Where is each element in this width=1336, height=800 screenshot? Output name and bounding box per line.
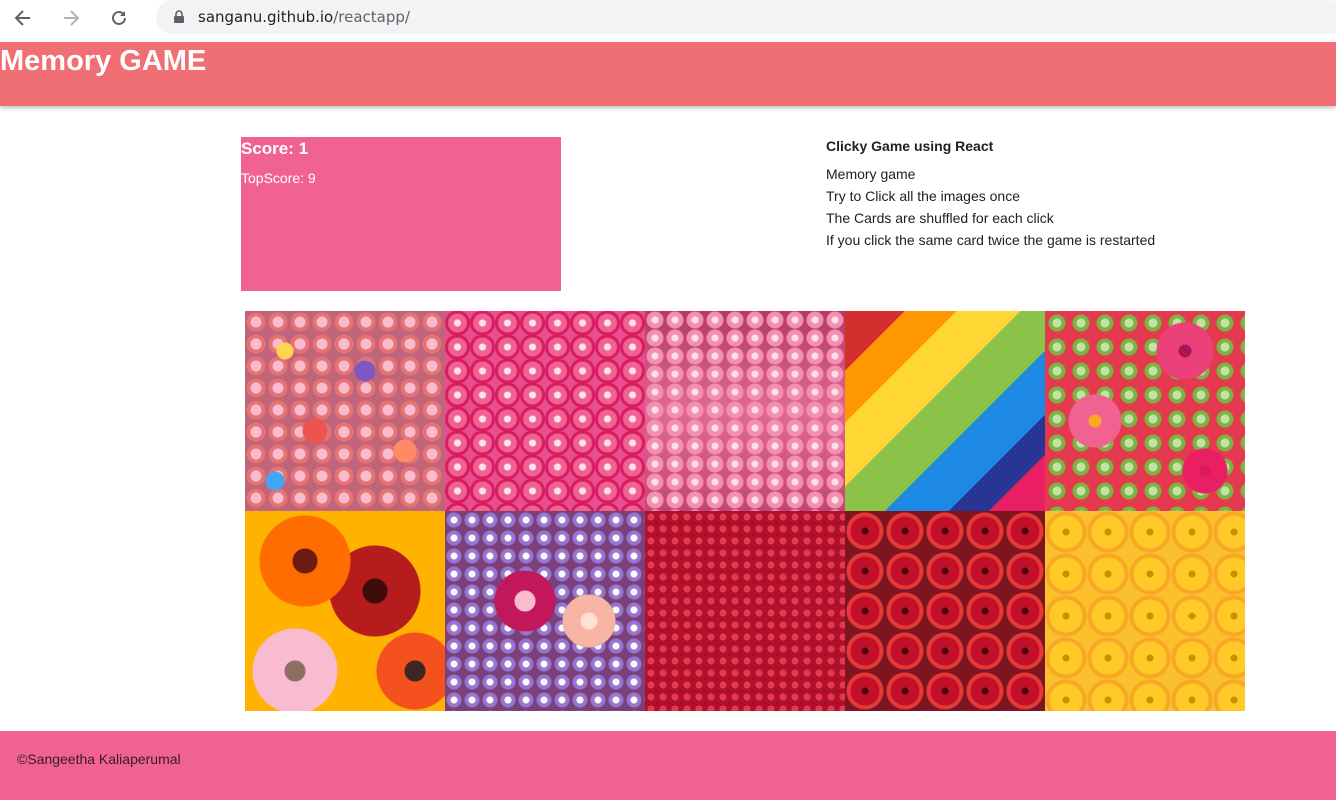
card-grid: [245, 311, 1245, 711]
score-label: Score: 1: [241, 139, 309, 158]
flower-card-yellow-roses[interactable]: [1045, 511, 1245, 711]
instruction-line: If you click the same card twice the gam…: [826, 232, 1156, 248]
lock-icon: [172, 10, 186, 24]
instructions-panel: Clicky Game using React Memory game Try …: [826, 138, 1306, 251]
flower-card-bouquet[interactable]: [445, 511, 645, 711]
page-title: Memory GAME: [0, 45, 207, 77]
browser-toolbar: sanganu.github.io/reactapp/: [0, 0, 1336, 36]
footer-copyright: ©Sangeetha Kaliaperumal: [17, 751, 181, 767]
url-text: sanganu.github.io/reactapp/: [198, 8, 410, 26]
url-path: /reactapp/: [333, 8, 410, 26]
flower-card-rainbow[interactable]: [845, 311, 1045, 511]
flower-card-pink-gerberas[interactable]: [1045, 311, 1245, 511]
instructions-title: Clicky Game using React: [826, 138, 994, 154]
instruction-line: The Cards are shuffled for each click: [826, 210, 1054, 226]
flower-card-pink-roses[interactable]: [445, 311, 645, 511]
flower-card-red-field[interactable]: [645, 511, 845, 711]
flower-card-pink-azaleas[interactable]: [645, 311, 845, 511]
flower-card-mixed-colorful[interactable]: [245, 311, 445, 511]
scoreboard: Score: 1 TopScore: 9: [241, 137, 561, 291]
instructions-list: Memory game Try to Click all the images …: [826, 163, 1306, 251]
reload-icon[interactable]: [106, 5, 132, 31]
app-header: Memory GAME: [0, 42, 1336, 106]
top-score-label: TopScore: 9: [241, 170, 316, 186]
flower-card-orange-gerberas[interactable]: [245, 511, 445, 711]
footer: ©Sangeetha Kaliaperumal: [0, 731, 1336, 800]
instruction-line: Memory game: [826, 166, 916, 182]
url-host: sanganu.github.io: [198, 8, 334, 26]
flower-card-red-roses[interactable]: [845, 511, 1045, 711]
back-arrow-icon[interactable]: [10, 5, 36, 31]
forward-arrow-icon[interactable]: [58, 5, 84, 31]
address-bar[interactable]: sanganu.github.io/reactapp/: [156, 0, 1336, 34]
instruction-line: Try to Click all the images once: [826, 188, 1020, 204]
